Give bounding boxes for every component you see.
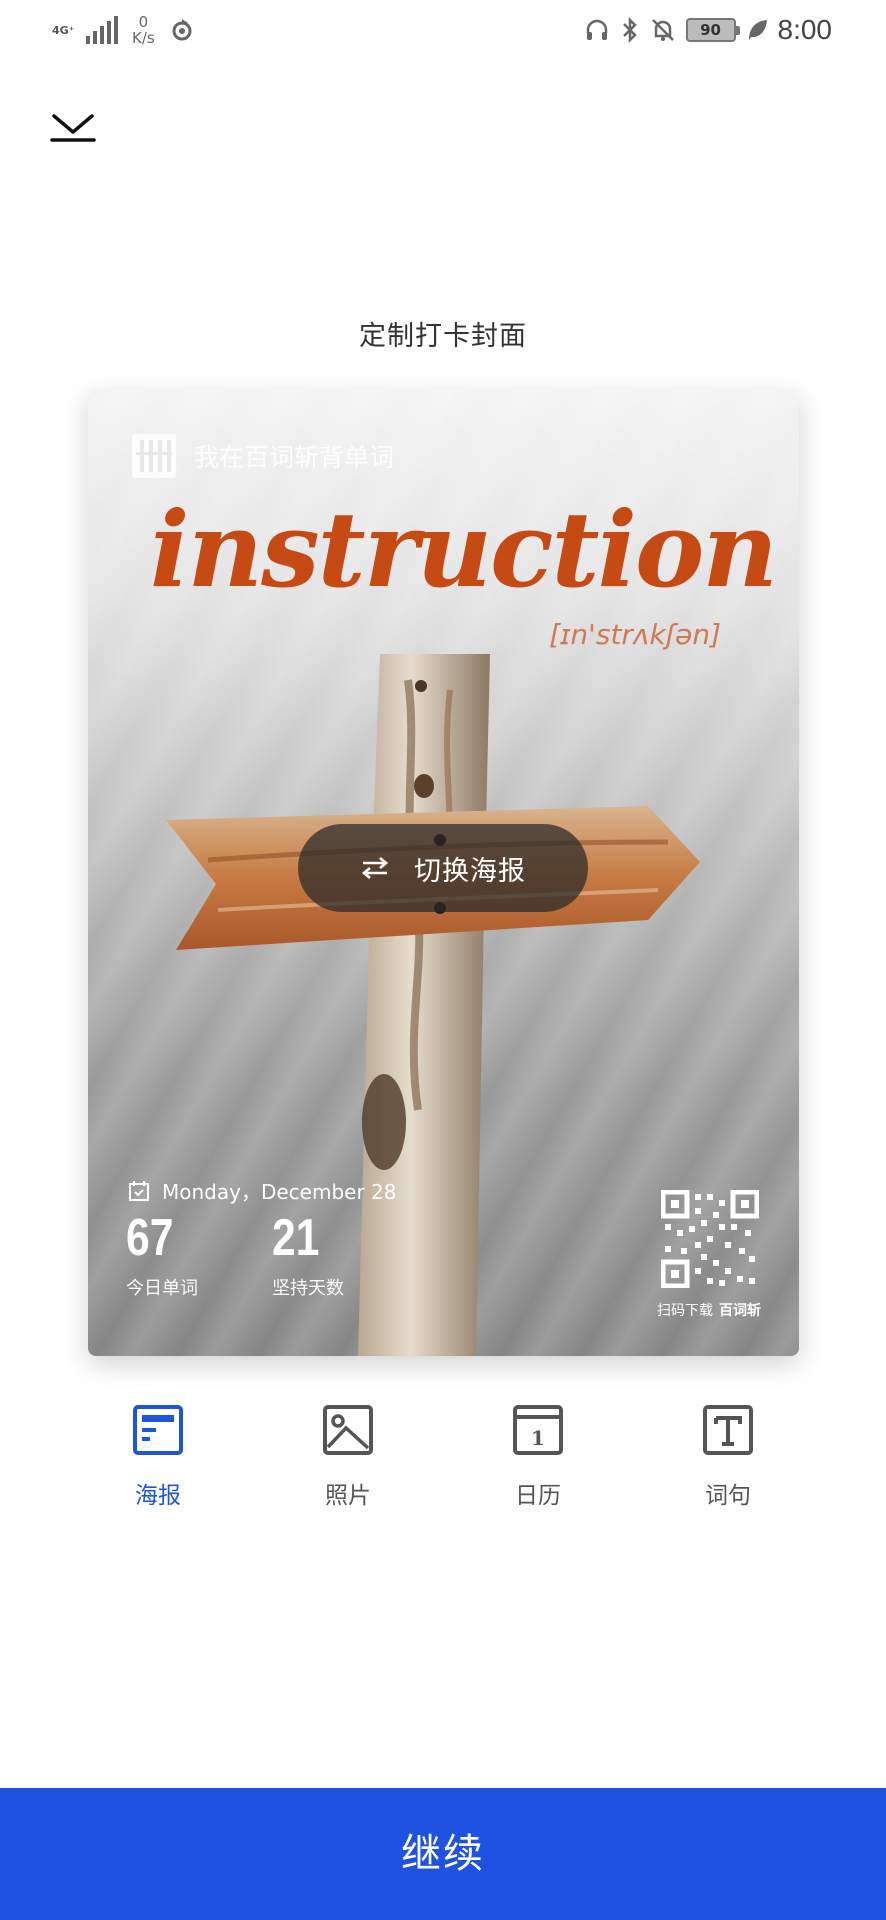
today-words-stat: 67 今日单词 — [126, 1208, 198, 1300]
switch-poster-button[interactable]: 切换海报 — [298, 824, 588, 912]
poster-preview: 我在百词斩背单词 instruction [ɪn'strʌkʃən] 切换海报 … — [88, 390, 799, 1356]
clock: 8:00 — [777, 14, 833, 45]
qr-caption-prefix: 扫码下载 — [657, 1303, 713, 1319]
photo-icon — [323, 1405, 373, 1455]
poster-phonetic: [ɪn'strʌkʃən] — [549, 618, 721, 651]
speed-unit: K/s — [132, 29, 155, 47]
sync-icon — [172, 19, 192, 41]
tab-poster[interactable]: 海报 — [88, 1404, 228, 1510]
tab-text-label: 词句 — [705, 1483, 751, 1509]
poster-date: Monday，December 28 — [128, 1176, 396, 1205]
tab-calendar[interactable]: 1 日历 — [468, 1404, 608, 1510]
network-type: 4G⁺ — [52, 23, 75, 37]
swap-icon — [361, 857, 389, 879]
cover-type-tabs: 海报 照片 1 日历 词句 — [0, 1404, 886, 1524]
qr-caption-brand: 百词斩 — [719, 1303, 761, 1319]
leaf-icon — [748, 20, 767, 40]
page-title: 定制打卡封面 — [359, 321, 527, 352]
svg-text:1: 1 — [531, 1426, 545, 1450]
signal-icon — [86, 16, 118, 44]
tab-photo-label: 照片 — [325, 1483, 371, 1509]
qr-code — [661, 1190, 759, 1288]
streak-days-count: 21 — [272, 1209, 320, 1267]
tab-poster-label: 海报 — [135, 1483, 181, 1509]
continue-button[interactable]: 继续 — [0, 1788, 886, 1920]
poster-brand: 我在百词斩背单词 — [130, 432, 394, 480]
streak-days-stat: 21 坚持天数 — [272, 1208, 344, 1300]
today-words-label: 今日单词 — [126, 1278, 198, 1299]
network-speed: 0 K/s — [132, 14, 155, 46]
tab-photo[interactable]: 照片 — [278, 1404, 418, 1510]
bluetooth-icon — [622, 16, 637, 44]
qr-caption: 扫码下载 百词斩 — [657, 1300, 761, 1320]
headphones-icon — [586, 19, 607, 40]
poster-icon — [133, 1405, 183, 1455]
streak-days-label: 坚持天数 — [272, 1278, 344, 1299]
status-bar: 4G⁺ 0 K/s 90 8:00 — [0, 0, 886, 64]
poster-word: instruction — [150, 488, 778, 611]
tab-calendar-label: 日历 — [515, 1483, 561, 1509]
tab-text[interactable]: 词句 — [658, 1404, 798, 1510]
baicizhan-logo — [132, 434, 176, 478]
poster-brand-text: 我在百词斩背单词 — [194, 443, 395, 472]
speed-value: 0 — [138, 13, 149, 31]
poster-date-text: Monday，December 28 — [162, 1180, 397, 1204]
collapse-icon[interactable] — [50, 110, 96, 146]
calendar-check-icon — [129, 1180, 149, 1201]
switch-poster-label: 切换海报 — [414, 855, 526, 887]
today-words-count: 67 — [126, 1209, 174, 1267]
calendar-icon: 1 — [513, 1405, 563, 1455]
battery-indicator: 90 — [685, 18, 740, 42]
text-icon — [703, 1405, 753, 1455]
mute-bell-icon — [651, 19, 674, 41]
